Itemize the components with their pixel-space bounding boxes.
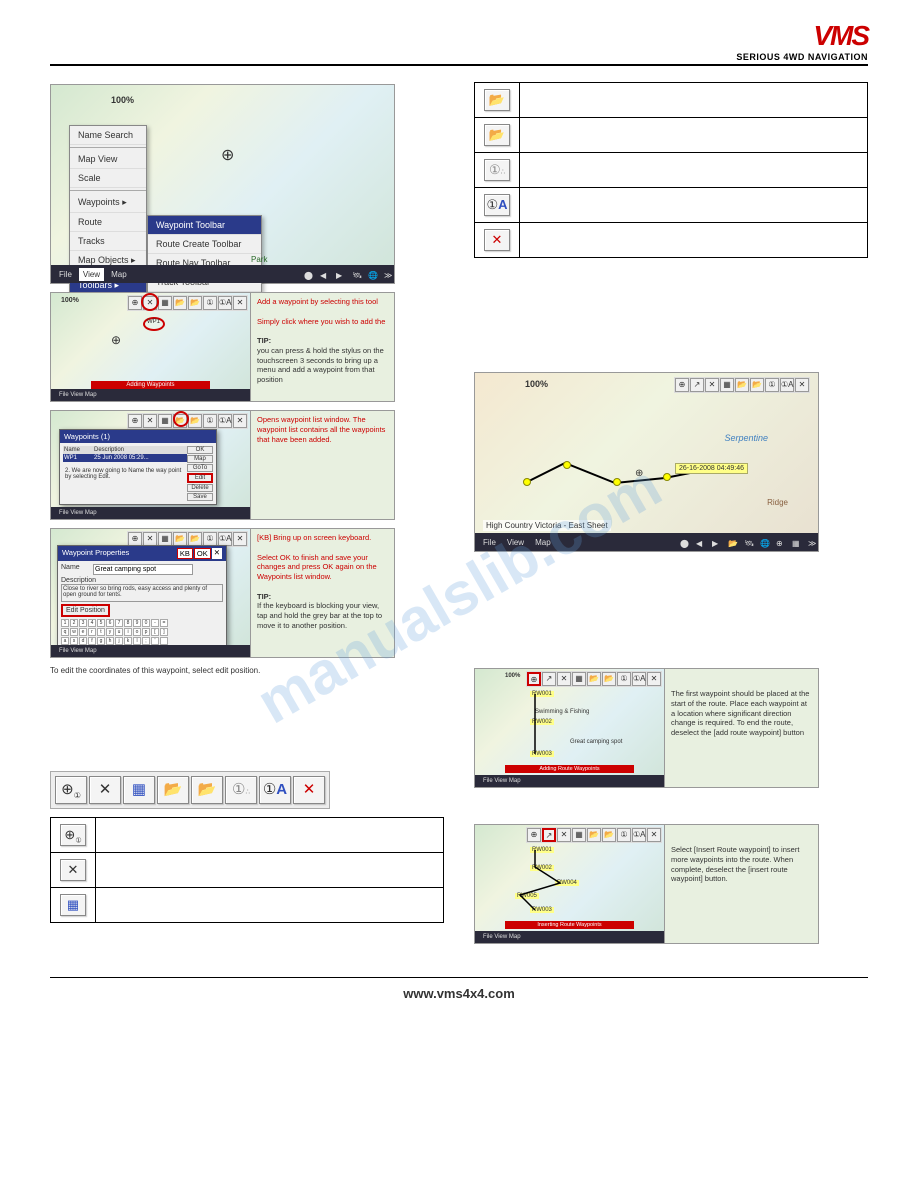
info-a-icon: ①A — [484, 194, 510, 216]
screenshot-add-waypoint: 100% ⊕✕▦📂📂①①A✕ WP1 ⊕ Adding Waypoints Fi… — [50, 292, 395, 402]
park-label: Park — [251, 255, 267, 264]
logo: VMS — [736, 20, 868, 52]
info-a-icon[interactable]: ①A — [259, 776, 291, 804]
info-dots-icon[interactable]: ①∴ — [225, 776, 257, 804]
globe-icon[interactable]: 🌐 — [364, 269, 374, 279]
list-icon[interactable]: ▦ — [123, 776, 155, 804]
waypoint-name-input[interactable] — [93, 564, 193, 575]
annotation: Simply click where you wish to add the — [257, 317, 388, 327]
menu-scale[interactable]: Scale — [70, 169, 146, 188]
zoom-level: 100% — [111, 95, 134, 105]
folder-open-green-icon: 📂 — [484, 124, 510, 146]
folder-open-yellow-icon[interactable]: 📂 — [157, 776, 189, 804]
nav-left-icon[interactable]: ◀ — [316, 269, 326, 279]
close-red-icon: ✕ — [484, 229, 510, 251]
app-menubar[interactable]: File View Map ⬤ ◀ ▶ 🛰 🌐 ≫ — [51, 265, 394, 283]
highlight-add-tool — [141, 293, 159, 311]
delete-icon[interactable]: ✕ — [89, 776, 121, 804]
screenshot-waypoint-list: ⊕✕▦📂📂①①A✕ Waypoints (1) Name Description — [50, 410, 395, 520]
icon-table-left: ⊕① ✕ ▦ — [50, 817, 444, 923]
menu-tracks[interactable]: Tracks — [70, 232, 146, 251]
sat-icon[interactable]: 🛰 — [348, 269, 358, 279]
close-red-icon[interactable]: ✕ — [293, 776, 325, 804]
list-icon: ▦ — [60, 894, 86, 916]
icon-table-right: 📂 📂 ①∴ ①A ✕ — [474, 82, 868, 258]
menu-name-search[interactable]: Name Search — [70, 126, 146, 145]
submenu-waypoint-toolbar[interactable]: Waypoint Toolbar — [148, 216, 261, 235]
add-waypoint-icon[interactable]: ⊕① — [55, 776, 87, 804]
caption: To edit the coordinates of this waypoint… — [50, 666, 444, 675]
annotation: Select [Insert Route waypoint] to insert… — [671, 845, 812, 884]
page-header: VMS SERIOUS 4WD NAVIGATION — [50, 20, 868, 66]
waypoint-toolbar-large: ⊕① ✕ ▦ 📂 📂 ①∴ ①A ✕ — [50, 771, 330, 809]
menu-route[interactable]: Route — [70, 213, 146, 232]
menu-map[interactable]: Map — [107, 268, 131, 281]
logo-tagline: SERIOUS 4WD NAVIGATION — [736, 52, 868, 62]
folder-open-yellow-icon: 📂 — [484, 89, 510, 111]
menu-file[interactable]: File — [55, 268, 76, 281]
menu-view[interactable]: View — [79, 268, 104, 281]
delete-icon: ✕ — [60, 859, 86, 881]
annotation: Add a waypoint by selecting this tool — [257, 297, 388, 307]
info-dots-icon: ①∴ — [484, 159, 510, 181]
add-waypoint-icon: ⊕① — [60, 824, 86, 846]
screenshot-waypoint-props: ⊕✕▦📂📂①①A✕ Waypoint Properties KBOK✕ Name… — [50, 528, 395, 658]
tip-text: you can press & hold the stylus on the t… — [257, 346, 388, 385]
menu-waypoints[interactable]: Waypoints ▸ — [70, 193, 146, 213]
annotation: The first waypoint should be placed at t… — [671, 689, 812, 738]
app-menubar[interactable]: File View Map ⬤◀▶📂🛰🌐⊕▦≫ — [475, 533, 818, 551]
folder-open-green-icon[interactable]: 📂 — [191, 776, 223, 804]
edit-position-button[interactable]: Edit Position — [61, 604, 110, 617]
annotation: Opens waypoint list window. The waypoint… — [257, 415, 388, 444]
submenu-route-create[interactable]: Route Create Toolbar — [148, 235, 261, 254]
menu-map-view[interactable]: Map View — [70, 150, 146, 169]
screenshot-route-insert-wp: ⊕↗✕▦📂📂①①A✕ RW001 RW002 RW004 RW005 RW003… — [474, 824, 819, 944]
screenshot-toolbar-menu: 100% ⊕ Name Search Map View Scale Waypoi… — [50, 84, 395, 284]
footer-url: www.vms4x4.com — [50, 977, 868, 1001]
nav-right-icon[interactable]: ▶ — [332, 269, 342, 279]
screenshot-route-add-wp: ⊕↗✕▦📂📂①①A✕ 100% RW001 Swimming & Fishing… — [474, 668, 819, 788]
nav-icon[interactable]: ⬤ — [300, 269, 310, 279]
screenshot-route-map: 100% ⊕↗✕▦📂📂①①A✕ 26-16-2008 04:49:46 ⊕ Se… — [474, 372, 819, 552]
more-icon[interactable]: ≫ — [380, 269, 390, 279]
